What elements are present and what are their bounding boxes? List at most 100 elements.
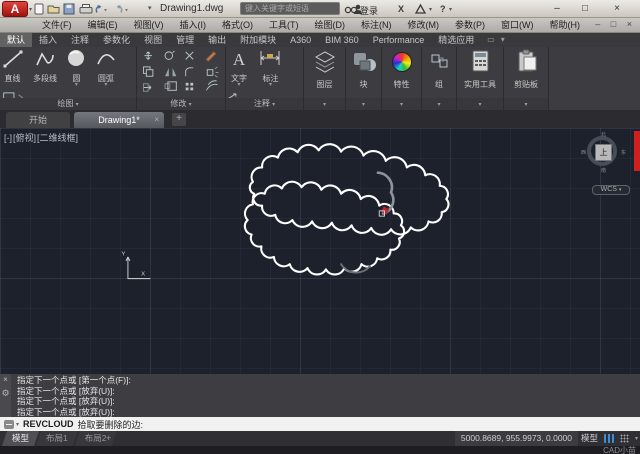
- redo-icon[interactable]: [117, 5, 129, 13]
- command-dropdown-icon[interactable]: ▾: [16, 421, 19, 428]
- line-tool[interactable]: 直线: [0, 47, 25, 83]
- menu-item-5[interactable]: 工具(T): [261, 18, 307, 32]
- ribbon-tab-7[interactable]: 附加模块: [233, 33, 283, 47]
- undo-icon[interactable]: [96, 5, 107, 13]
- menu-item-7[interactable]: 标注(N): [353, 18, 400, 32]
- dimension-icon: [258, 49, 282, 69]
- ribbon-state-icon[interactable]: ▭: [481, 33, 495, 47]
- command-close-icon[interactable]: ×: [0, 374, 11, 386]
- layout-tab-1[interactable]: 布局1: [36, 431, 78, 446]
- draw-panel-expand-icon[interactable]: ▾: [76, 102, 79, 108]
- circle-tool[interactable]: 圆 ▾: [65, 47, 88, 88]
- signin-button[interactable]: 登录: [360, 4, 378, 17]
- application-menu-caret-icon[interactable]: ▾: [29, 6, 32, 13]
- document-window-controls[interactable]: – □ ×: [595, 19, 636, 29]
- line-icon: [2, 49, 24, 69]
- wcs-menu[interactable]: WCS ▾: [592, 185, 630, 195]
- exchange-apps-icon[interactable]: X: [398, 2, 404, 16]
- help-icon[interactable]: ?: [440, 2, 446, 16]
- menu-item-9[interactable]: 参数(P): [447, 18, 493, 32]
- ribbon-tab-3[interactable]: 参数化: [96, 33, 137, 47]
- ribbon-tab-9[interactable]: BIM 360: [318, 33, 366, 47]
- draw-panel-label[interactable]: 绘图 ▾: [0, 98, 136, 110]
- new-drawing-tab-button[interactable]: +: [172, 113, 186, 126]
- utilities-panel-expand[interactable]: ▾: [457, 98, 503, 110]
- search-input[interactable]: [240, 2, 340, 15]
- grid-display-icon[interactable]: [620, 434, 629, 443]
- ribbon-tab-6[interactable]: 输出: [201, 33, 233, 47]
- viewcube-top-face[interactable]: 上: [595, 144, 612, 161]
- layout-tab-0[interactable]: 模型: [2, 431, 39, 446]
- snap-mode-icon[interactable]: [604, 434, 614, 443]
- ribbon-tab-2[interactable]: 注释: [64, 33, 96, 47]
- command-customize-icon[interactable]: ⚙: [0, 386, 11, 400]
- modify-panel-expand-icon[interactable]: ▾: [189, 102, 192, 108]
- panel-properties[interactable]: 特性 ▾: [382, 47, 422, 110]
- arc-tool[interactable]: 圆弧 ▾: [92, 47, 119, 88]
- circle-flyout-icon[interactable]: ▾: [65, 83, 88, 88]
- ribbon-tab-10[interactable]: Performance: [366, 33, 432, 47]
- ribbon-tab-5[interactable]: 管理: [169, 33, 201, 47]
- ribbon-tab-0[interactable]: 默认: [0, 33, 32, 47]
- menu-item-8[interactable]: 修改(M): [400, 18, 448, 32]
- panel-block[interactable]: 块 ▾: [346, 47, 382, 110]
- model-space-indicator[interactable]: 模型: [581, 431, 598, 446]
- viewcube[interactable]: 北 南 西 东 上: [584, 133, 624, 173]
- application-menu-button[interactable]: A: [2, 1, 28, 17]
- file-tab-start[interactable]: 开始: [6, 112, 70, 128]
- menu-item-4[interactable]: 格式(O): [214, 18, 261, 32]
- save-icon[interactable]: [64, 4, 74, 14]
- new-layout-button[interactable]: +: [98, 431, 119, 446]
- modify-panel-label[interactable]: 修改 ▾: [137, 98, 225, 110]
- command-recent-icon[interactable]: [4, 420, 14, 429]
- close-button[interactable]: ×: [606, 1, 628, 16]
- qat-customize-icon[interactable]: ▾: [148, 4, 152, 12]
- dimension-tool[interactable]: 标注 ▾: [256, 47, 284, 88]
- plot-icon[interactable]: [80, 5, 92, 14]
- file-tab-close-icon[interactable]: ×: [154, 112, 159, 128]
- help-dropdown-icon[interactable]: ▾: [449, 2, 452, 16]
- menu-item-3[interactable]: 插入(I): [172, 18, 215, 32]
- a360-dropdown-icon[interactable]: ▾: [429, 2, 432, 16]
- ribbon-tab-1[interactable]: 插入: [32, 33, 64, 47]
- layers-panel-expand[interactable]: ▾: [304, 98, 345, 110]
- menu-item-1[interactable]: 编辑(E): [80, 18, 126, 32]
- properties-panel-expand[interactable]: ▾: [382, 98, 421, 110]
- menu-item-11[interactable]: 帮助(H): [542, 18, 589, 32]
- dimension-flyout-icon[interactable]: ▾: [256, 83, 284, 88]
- statusbar-customize-icon[interactable]: ▾: [635, 435, 638, 442]
- panel-layers[interactable]: 图层 ▾: [304, 47, 346, 110]
- ribbon-collapse-icon[interactable]: ▾: [495, 33, 505, 47]
- command-input-line[interactable]: ▾ REVCLOUD 拾取要删除的边:: [0, 417, 640, 431]
- utilities-calculator-icon: [457, 47, 504, 77]
- panel-utilities[interactable]: 实用工具 ▾: [457, 47, 504, 110]
- ribbon-tab-11[interactable]: 精选应用: [431, 33, 481, 47]
- new-file-icon[interactable]: [35, 4, 43, 14]
- file-tab-drawing1[interactable]: Drawing1* ×: [74, 112, 164, 128]
- group-panel-expand[interactable]: ▾: [422, 98, 456, 110]
- annotation-panel-label[interactable]: 注释 ▾: [226, 98, 303, 110]
- text-tool[interactable]: A 文字 ▾: [226, 47, 252, 88]
- maximize-button[interactable]: □: [574, 1, 596, 16]
- ribbon-tab-4[interactable]: 视图: [137, 33, 169, 47]
- modify-panel-icons[interactable]: [137, 47, 223, 95]
- menu-item-0[interactable]: 文件(F): [34, 18, 80, 32]
- minimize-button[interactable]: –: [546, 1, 568, 16]
- block-panel-expand[interactable]: ▾: [346, 98, 381, 110]
- arc-flyout-icon[interactable]: ▾: [92, 83, 119, 88]
- ribbon-tab-8[interactable]: A360: [283, 33, 318, 47]
- menu-item-6[interactable]: 绘图(D): [307, 18, 354, 32]
- polyline-tool[interactable]: 多段线: [29, 47, 60, 83]
- panel-group[interactable]: 组 ▾: [422, 47, 457, 110]
- quick-access-toolbar[interactable]: [34, 2, 146, 16]
- drawing-area[interactable]: [-][俯视][二维线框] Y X 北 南 西 东 上 WCS ▾: [0, 128, 640, 374]
- panel-clipboard[interactable]: 剪贴板 ▾: [504, 47, 549, 110]
- revcloud-highlight-edge[interactable]: [378, 173, 393, 214]
- a360-icon[interactable]: [414, 2, 427, 16]
- annotation-panel-expand-icon[interactable]: ▾: [272, 102, 275, 108]
- menu-item-2[interactable]: 视图(V): [126, 18, 172, 32]
- menu-item-10[interactable]: 窗口(W): [493, 18, 542, 32]
- clipboard-panel-expand[interactable]: ▾: [504, 98, 548, 110]
- open-folder-icon[interactable]: [48, 6, 59, 13]
- command-history-line-3: 指定下一个点或 [放弃(U)]:: [11, 407, 640, 418]
